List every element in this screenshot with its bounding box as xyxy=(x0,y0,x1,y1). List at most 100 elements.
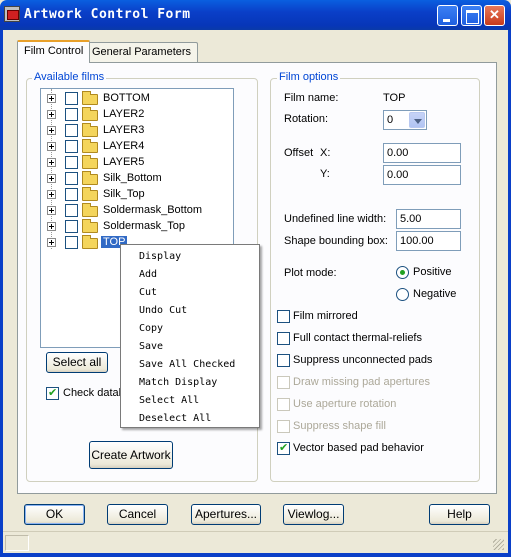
film-checkbox[interactable] xyxy=(65,236,78,249)
close-button[interactable] xyxy=(484,5,505,26)
suppress-unconnected-pads-label: Suppress unconnected pads xyxy=(293,354,433,366)
offset-x-field[interactable] xyxy=(383,143,461,163)
chevron-down-icon[interactable] xyxy=(409,112,425,128)
film-checkbox[interactable] xyxy=(65,188,78,201)
film-checkbox[interactable] xyxy=(65,204,78,217)
suppress-shape-fill-label: Suppress shape fill xyxy=(293,420,386,432)
use-aperture-rotation-checkbox[interactable] xyxy=(277,398,290,411)
tree-item[interactable]: LAYER4 xyxy=(41,139,231,155)
menu-item-select-all[interactable]: Select All xyxy=(139,395,199,406)
film-label[interactable]: LAYER5 xyxy=(101,156,146,168)
menu-item-save-all-checked[interactable]: Save All Checked xyxy=(139,359,235,370)
status-pane xyxy=(5,535,29,551)
draw-missing-pad-apertures-label: Draw missing pad apertures xyxy=(293,376,430,388)
offset-label: Offset xyxy=(284,147,314,159)
tree-item[interactable]: Silk_Bottom xyxy=(41,171,231,187)
check-database-checkbox[interactable] xyxy=(46,386,59,400)
draw-missing-pad-apertures-checkbox[interactable] xyxy=(277,376,290,389)
offset-x-label: X: xyxy=(320,147,331,159)
menu-item-undo-cut[interactable]: Undo Cut xyxy=(139,305,187,316)
expand-icon[interactable] xyxy=(47,238,56,247)
film-label[interactable]: Soldermask_Top xyxy=(101,220,187,232)
film-checkbox[interactable] xyxy=(65,108,78,121)
check-database-label: Check datab xyxy=(63,387,125,399)
film-label[interactable]: Soldermask_Bottom xyxy=(101,204,204,216)
folder-icon xyxy=(82,187,98,201)
folder-icon xyxy=(82,171,98,185)
rotation-label: Rotation: xyxy=(284,113,329,125)
film-checkbox[interactable] xyxy=(65,124,78,137)
tab-film-control[interactable]: Film Control xyxy=(17,40,91,63)
tree-item[interactable]: Soldermask_Top xyxy=(41,219,231,235)
undefined-line-width-field[interactable] xyxy=(396,209,461,229)
folder-icon xyxy=(82,155,98,169)
film-name-value: TOP xyxy=(383,92,406,104)
full-contact-thermal-reliefs-label: Full contact thermal-reliefs xyxy=(293,332,422,344)
offset-y-label: Y: xyxy=(320,168,330,180)
tree-item[interactable]: LAYER3 xyxy=(41,123,231,139)
folder-icon xyxy=(82,123,98,137)
expand-icon[interactable] xyxy=(47,158,56,167)
viewlog-button[interactable]: Viewlog... xyxy=(283,504,344,525)
create-artwork-button[interactable]: Create Artwork xyxy=(89,441,173,469)
app-icon[interactable] xyxy=(4,6,20,22)
suppress-shape-fill-checkbox[interactable] xyxy=(277,420,290,433)
tree-item[interactable]: LAYER2 xyxy=(41,107,231,123)
cancel-button[interactable]: Cancel xyxy=(107,504,168,525)
vector-based-pad-behavior-checkbox[interactable] xyxy=(277,441,290,455)
window-title: Artwork Control Form xyxy=(24,7,191,22)
expand-icon[interactable] xyxy=(47,174,56,183)
film-label[interactable]: LAYER3 xyxy=(101,124,146,136)
film-checkbox[interactable] xyxy=(65,172,78,185)
apertures-button[interactable]: Apertures... xyxy=(191,504,261,525)
film-label[interactable]: Silk_Bottom xyxy=(101,172,164,184)
offset-y-field[interactable] xyxy=(383,165,461,185)
ok-button[interactable]: OK xyxy=(24,504,85,525)
expand-icon[interactable] xyxy=(47,94,56,103)
expand-icon[interactable] xyxy=(47,190,56,199)
plot-mode-positive-radio[interactable] xyxy=(396,266,409,279)
film-checkbox[interactable] xyxy=(65,92,78,105)
film-checkbox[interactable] xyxy=(65,156,78,169)
film-name-label: Film name: xyxy=(284,92,339,104)
expand-icon[interactable] xyxy=(47,206,56,215)
plot-mode-label: Plot mode: xyxy=(284,267,337,279)
select-all-button[interactable]: Select all xyxy=(46,352,108,373)
title-bar[interactable]: Artwork Control Form xyxy=(0,0,511,30)
film-mirrored-checkbox[interactable] xyxy=(277,310,290,323)
resize-grip-icon[interactable] xyxy=(493,539,504,550)
plot-mode-negative-radio[interactable] xyxy=(396,288,409,301)
tree-item[interactable]: BOTTOM xyxy=(41,91,231,107)
film-label[interactable]: Silk_Top xyxy=(101,188,147,200)
film-label[interactable]: BOTTOM xyxy=(101,92,152,104)
folder-icon xyxy=(82,91,98,105)
plot-mode-negative-label: Negative xyxy=(413,288,457,300)
menu-item-save[interactable]: Save xyxy=(139,341,163,352)
full-contact-thermal-reliefs-checkbox[interactable] xyxy=(277,332,290,345)
expand-icon[interactable] xyxy=(47,142,56,151)
help-button[interactable]: Help xyxy=(429,504,490,525)
expand-icon[interactable] xyxy=(47,110,56,119)
menu-item-cut[interactable]: Cut xyxy=(139,287,157,298)
menu-item-display[interactable]: Display xyxy=(139,251,181,262)
film-label[interactable]: LAYER2 xyxy=(101,108,146,120)
shape-bounding-box-field[interactable] xyxy=(396,231,461,251)
tree-item[interactable]: Silk_Top xyxy=(41,187,231,203)
maximize-button[interactable] xyxy=(461,5,482,26)
suppress-unconnected-pads-checkbox[interactable] xyxy=(277,354,290,367)
expand-icon[interactable] xyxy=(47,222,56,231)
expand-icon[interactable] xyxy=(47,126,56,135)
menu-item-match-display[interactable]: Match Display xyxy=(139,377,217,388)
rotation-select[interactable]: 0 xyxy=(383,110,427,130)
tab-general-parameters[interactable]: General Parameters xyxy=(85,42,199,62)
film-checkbox[interactable] xyxy=(65,140,78,153)
shape-bounding-box-label: Shape bounding box: xyxy=(284,235,388,247)
film-label[interactable]: LAYER4 xyxy=(101,140,146,152)
film-checkbox[interactable] xyxy=(65,220,78,233)
menu-item-copy[interactable]: Copy xyxy=(139,323,163,334)
tree-item[interactable]: Soldermask_Bottom xyxy=(41,203,231,219)
menu-item-deselect-all[interactable]: Deselect All xyxy=(139,413,211,424)
tree-item[interactable]: LAYER5 xyxy=(41,155,231,171)
minimize-button[interactable] xyxy=(437,5,458,26)
menu-item-add[interactable]: Add xyxy=(139,269,157,280)
